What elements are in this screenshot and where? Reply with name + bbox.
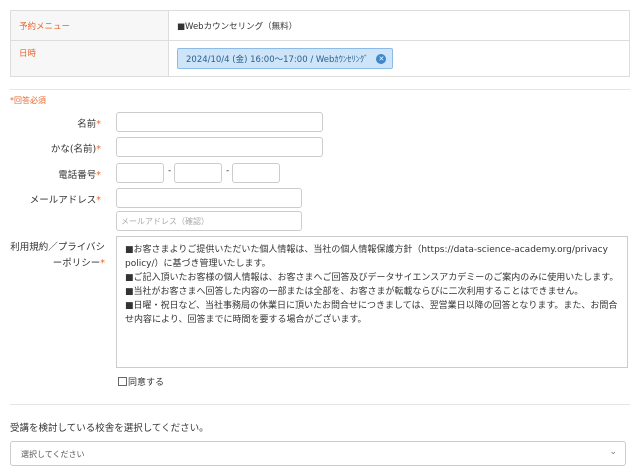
name-input[interactable] (116, 112, 323, 132)
required-mark: * (96, 195, 101, 206)
phone-input-1[interactable] (116, 163, 164, 183)
school-question: 受講を検討している校舎を選択してください。 (10, 423, 209, 434)
required-note: *回答必須 (10, 96, 46, 105)
policy-paragraph: ■日曜・祝日など、当社事務局の休業日に頂いたお問合せにつきましては、翌営業日以降… (125, 301, 618, 325)
policy-textbox[interactable]: ■お客さまよりご提供いただいた個人情報は、当社の個人情報保護方針（https:/… (116, 236, 628, 368)
policy-label: 利用規約／プライバシーポリシー* (10, 242, 105, 269)
datetime-tag: 2024/10/4 (金) 16:00〜17:00 / Webｶｳﾝｾﾘﾝｸﾞ … (177, 48, 394, 69)
reservation-summary: 予約メニュー ■Webカウンセリング（無料） 日時 2024/10/4 (金) … (10, 10, 630, 77)
email-confirm-placeholder: メールアドレス（確認） (121, 217, 209, 226)
kana-input[interactable] (116, 137, 323, 157)
agree-checkbox[interactable] (118, 377, 127, 386)
required-mark: * (100, 258, 105, 269)
school-select-value: 選択してください (21, 450, 85, 459)
remove-datetime-icon[interactable]: ✕ (376, 53, 387, 64)
policy-paragraph: ■お客さまよりご提供いただいた個人情報は、当社の個人情報保護方針（https:/… (125, 245, 608, 269)
phone-input-2[interactable] (174, 163, 222, 183)
required-mark: * (96, 119, 101, 130)
divider (10, 404, 630, 405)
name-label: 名前* (77, 119, 101, 130)
datetime-text: 2024/10/4 (金) 16:00〜17:00 / Webｶｳﾝｾﾘﾝｸﾞ (186, 54, 369, 65)
chevron-down-icon: ⌄ (609, 447, 617, 457)
required-mark: * (96, 144, 101, 155)
required-mark: * (96, 170, 101, 181)
school-select[interactable]: 選択してください ⌄ (10, 441, 626, 466)
menu-value: ■Webカウンセリング（無料） (177, 21, 298, 32)
policy-paragraph: ■ご記入頂いたお客様の個人情報は、お客さまへご回答及びデータサイエンスアカデミー… (125, 273, 619, 283)
phone-input-3[interactable] (232, 163, 280, 183)
agree-label: 同意する (128, 378, 165, 388)
summary-row-menu: 予約メニュー ■Webカウンセリング（無料） (11, 11, 629, 41)
datetime-label: 日時 (11, 41, 169, 76)
menu-label: 予約メニュー (11, 11, 169, 40)
datetime-value-cell: 2024/10/4 (金) 16:00〜17:00 / Webｶｳﾝｾﾘﾝｸﾞ … (169, 41, 629, 76)
kana-label: かな(名前)* (50, 144, 101, 155)
phone-separator: - (168, 166, 172, 176)
divider (10, 89, 630, 90)
phone-label: 電話番号* (58, 170, 101, 181)
agree-checkbox-row[interactable]: 同意する (118, 375, 164, 388)
summary-row-datetime: 日時 2024/10/4 (金) 16:00〜17:00 / Webｶｳﾝｾﾘﾝ… (11, 41, 629, 76)
email-label: メールアドレス* (29, 195, 101, 206)
phone-separator: - (226, 166, 230, 176)
policy-paragraph: ■当社がお客さまへ回答した内容の一部または全部を、お客さまが転載ならびに二次利用… (125, 287, 584, 297)
email-confirm-input[interactable]: メールアドレス（確認） (116, 211, 302, 231)
email-input[interactable] (116, 188, 302, 208)
